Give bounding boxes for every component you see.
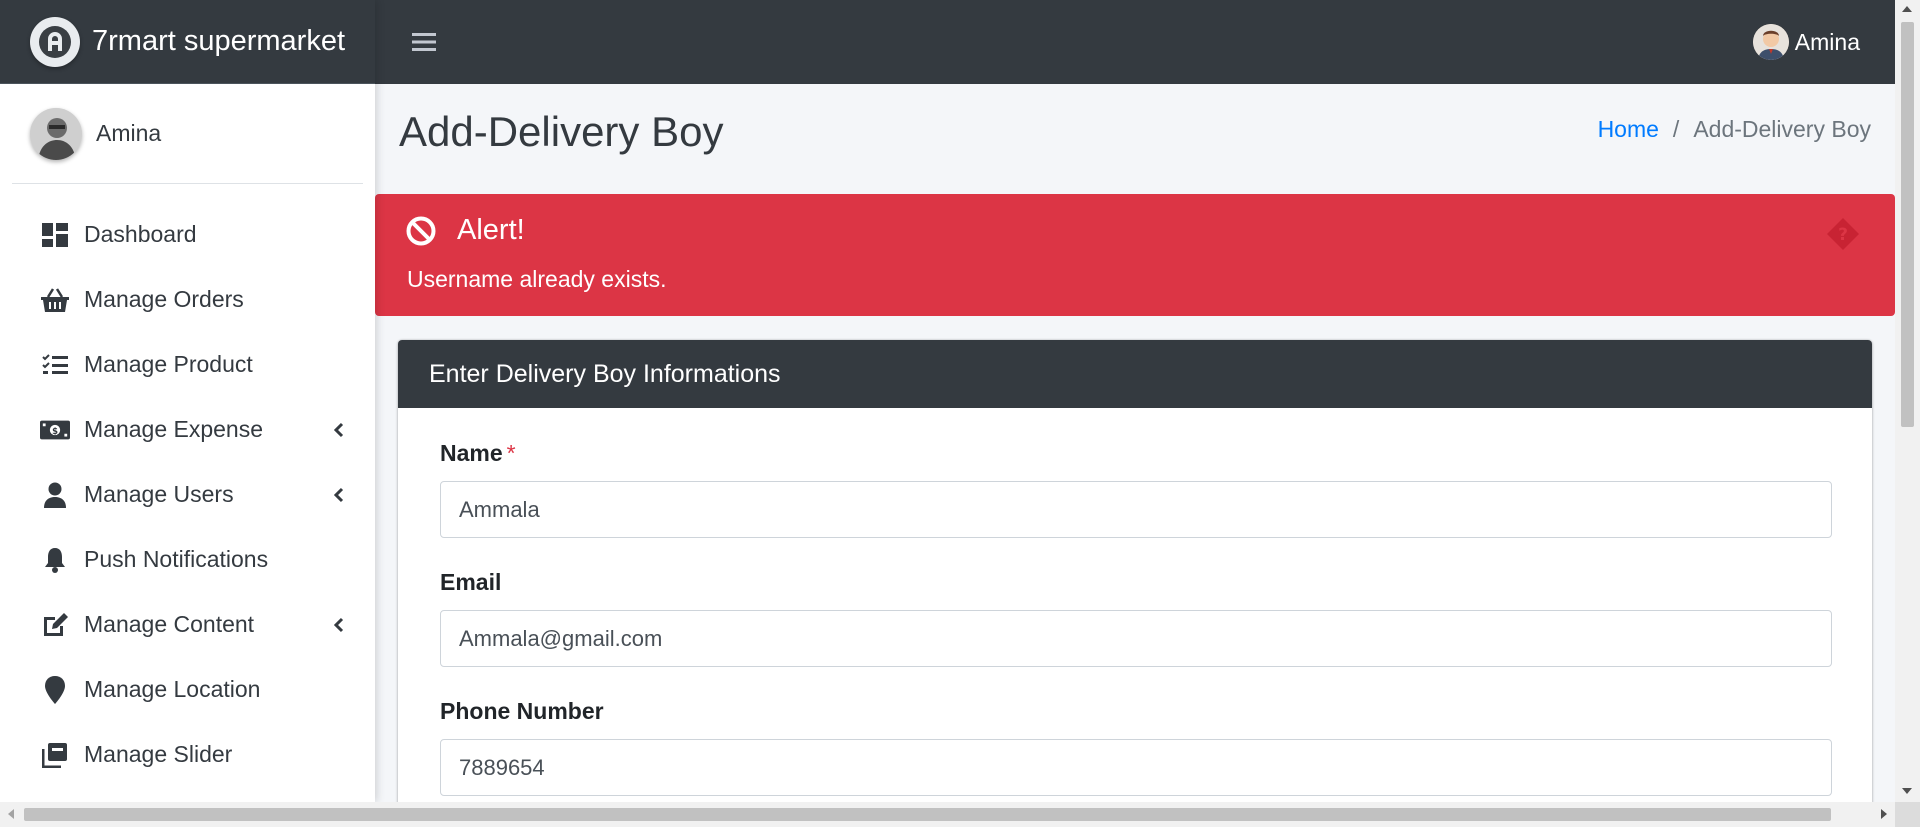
breadcrumb-current: Add-Delivery Boy [1693, 116, 1871, 142]
alert-message: Username already exists. [407, 266, 667, 292]
tasks-list-icon [40, 351, 70, 379]
sidebar-item-push-notifications[interactable]: Push Notifications [0, 527, 375, 592]
alert-header: Alert! [405, 214, 525, 247]
sidebar-item-label: Manage Users [84, 481, 234, 507]
phone-label: Phone Number [440, 698, 604, 724]
user-panel[interactable]: Amina [12, 84, 363, 184]
money-bill-icon: $ [40, 416, 70, 444]
name-label: Name * [440, 440, 1832, 467]
delivery-boy-form-card: Enter Delivery Boy Informations Name* Em… [398, 340, 1872, 820]
sidebar-item-label: Manage Location [84, 676, 261, 702]
dashboard-icon [40, 221, 70, 249]
user-icon [40, 481, 70, 509]
phone-input[interactable] [440, 739, 1832, 796]
sidebar-item-manage-content[interactable]: Manage Content [0, 592, 375, 657]
sidebar-item-label: Manage Expense [84, 416, 264, 442]
sidebar-item-manage-slider[interactable]: Manage Slider [0, 722, 375, 787]
sidebar-item-label: Manage Slider [84, 741, 233, 767]
email-label: Email [440, 569, 502, 595]
error-alert: Alert! Username already exists. ? [375, 194, 1895, 316]
scroll-right-arrow-icon[interactable] [1881, 809, 1887, 819]
ban-icon [406, 216, 436, 245]
scrollbar-corner [1895, 802, 1920, 827]
basket-icon [40, 286, 70, 314]
sidebar-item-manage-users[interactable]: Manage Users [0, 462, 375, 527]
scroll-left-arrow-icon[interactable] [8, 809, 14, 819]
sidebar-item-label: Push Notifications [84, 546, 269, 572]
sidebar-user-name: Amina [96, 120, 162, 146]
svg-text:?: ? [1838, 225, 1848, 245]
horizontal-scroll-thumb[interactable] [24, 808, 1831, 821]
scroll-up-arrow-icon[interactable] [1902, 6, 1912, 12]
breadcrumb-home-link[interactable]: Home [1598, 116, 1659, 143]
hamburger-icon [412, 33, 436, 51]
sidebar-item-label: Manage Orders [84, 286, 244, 312]
sidebar-item-label: Dashboard [84, 221, 197, 247]
sidebar-item-manage-location[interactable]: Manage Location [0, 657, 375, 722]
sidebar: 7rmart supermarket Amina Dashboard Manag… [0, 0, 375, 802]
user-avatar [30, 107, 82, 160]
vertical-scrollbar[interactable] [1895, 0, 1920, 802]
top-navbar: Amina [375, 0, 1895, 84]
brand-link[interactable]: 7rmart supermarket [0, 0, 375, 84]
alert-close-button[interactable]: ? [1825, 216, 1861, 252]
menu-toggle-button[interactable] [409, 28, 439, 56]
breadcrumb-separator: / [1672, 116, 1680, 142]
brand-name: 7rmart supermarket [92, 25, 346, 57]
scroll-down-arrow-icon[interactable] [1902, 788, 1912, 794]
name-label-text: Name [440, 440, 503, 466]
main-content: Add-Delivery Boy Home / Add-Delivery Boy… [375, 84, 1895, 820]
chevron-left-icon [331, 420, 347, 440]
required-marker: * [506, 440, 516, 466]
edit-icon [40, 611, 70, 639]
top-user-name: Amina [1794, 28, 1860, 55]
brand-logo-icon [39, 25, 71, 58]
horizontal-scrollbar[interactable] [0, 802, 1920, 827]
top-user-menu[interactable]: Amina [1752, 24, 1860, 60]
chevron-left-icon [331, 485, 347, 505]
sidebar-item-label: Manage Content [84, 611, 255, 637]
map-marker-icon [40, 675, 70, 704]
sidebar-item-manage-product[interactable]: Manage Product [0, 332, 375, 397]
question-diamond-icon: ? [1827, 218, 1859, 250]
sidebar-item-dashboard[interactable]: Dashboard [0, 202, 375, 267]
card-header: Enter Delivery Boy Informations [398, 340, 1872, 408]
email-input[interactable] [440, 610, 1832, 667]
sidebar-item-manage-expense[interactable]: $ Manage Expense [0, 397, 375, 462]
bell-icon [40, 546, 70, 574]
name-form-group: Name * [440, 440, 1832, 538]
email-form-group: Email [440, 569, 1832, 667]
svg-text:$: $ [52, 425, 58, 435]
sidebar-item-manage-orders[interactable]: Manage Orders [0, 267, 375, 332]
sidebar-nav: Dashboard Manage Orders Manage Product $… [0, 202, 375, 787]
phone-form-group: Phone Number [440, 698, 1832, 796]
brand-logo [30, 16, 80, 67]
breadcrumb: Home / Add-Delivery Boy [1598, 116, 1871, 143]
top-user-avatar [1752, 24, 1789, 60]
name-input[interactable] [440, 481, 1832, 538]
sidebar-item-label: Manage Product [84, 351, 253, 377]
alert-title: Alert! [457, 214, 525, 246]
page-title: Add-Delivery Boy [399, 108, 724, 155]
slider-icon [40, 741, 70, 769]
vertical-scroll-thumb[interactable] [1901, 22, 1914, 427]
chevron-left-icon [331, 615, 347, 635]
